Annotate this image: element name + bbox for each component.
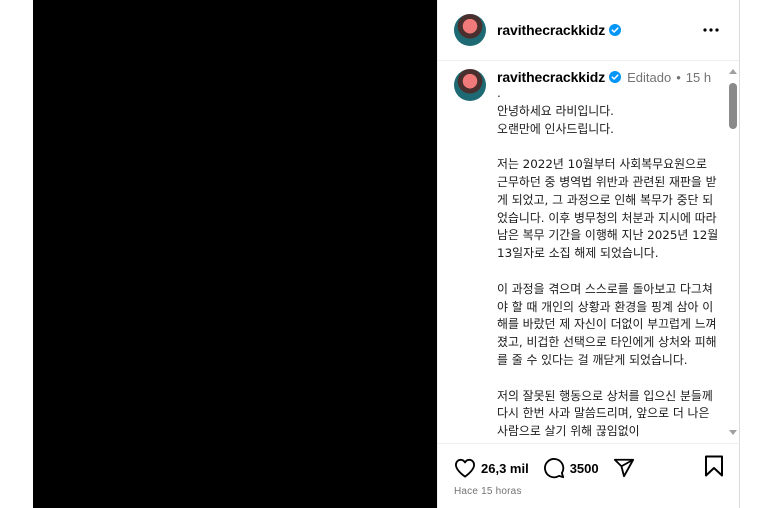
verified-badge-icon [609, 71, 622, 83]
comment-count[interactable]: 3500 [570, 461, 599, 476]
heart-icon [454, 458, 475, 478]
save-button[interactable] [704, 455, 724, 482]
caption-text: . 안녕하세요 라비입니다. 오랜만에 인사드립니다. 저는 2022년 10월… [497, 86, 719, 439]
share-icon [613, 458, 634, 478]
page-right-margin [740, 0, 758, 508]
post-actions: 26,3 mil 3500 Hace 15 horas [438, 443, 740, 497]
like-button[interactable]: 26,3 mil [454, 458, 529, 478]
scrollbar[interactable] [728, 69, 738, 435]
caption-avatar[interactable] [454, 69, 486, 101]
post-media[interactable] [33, 0, 437, 508]
comments-scroll-area[interactable]: ravithecrackkidz Editado • 15 h . 안녕하세요 … [438, 61, 740, 443]
scroll-up-arrow-icon[interactable] [729, 69, 737, 74]
caption-timestamp[interactable]: 15 h [686, 70, 711, 85]
edited-label: Editado [627, 69, 672, 85]
action-row: 26,3 mil 3500 [438, 444, 740, 484]
scroll-down-arrow-icon[interactable] [729, 430, 737, 435]
separator-dot: • [676, 69, 681, 85]
post-header: ravithecrackkidz [438, 0, 739, 61]
more-options-button[interactable] [699, 18, 723, 42]
caption-body: ravithecrackkidz Editado • 15 h . 안녕하세요 … [497, 69, 719, 441]
more-horizontal-icon [703, 28, 719, 32]
instagram-post-view: ravithecrackkidz ravithecrackkidz Editad… [0, 0, 758, 508]
avatar[interactable] [454, 14, 486, 46]
caption-header: ravithecrackkidz Editado • 15 h [497, 69, 719, 85]
verified-badge-icon [609, 24, 622, 36]
caption-username[interactable]: ravithecrackkidz [497, 69, 605, 85]
post-username[interactable]: ravithecrackkidz [497, 22, 605, 38]
bookmark-icon [705, 455, 723, 476]
share-button[interactable] [613, 457, 635, 479]
post-details-panel: ravithecrackkidz ravithecrackkidz Editad… [437, 0, 740, 508]
post-time-ago[interactable]: Hace 15 horas [438, 484, 740, 497]
scrollbar-thumb[interactable] [729, 83, 737, 129]
post-caption: ravithecrackkidz Editado • 15 h . 안녕하세요 … [438, 61, 740, 441]
comment-button[interactable]: 3500 [543, 457, 599, 479]
comment-icon [543, 458, 564, 479]
like-count[interactable]: 26,3 mil [481, 461, 529, 476]
